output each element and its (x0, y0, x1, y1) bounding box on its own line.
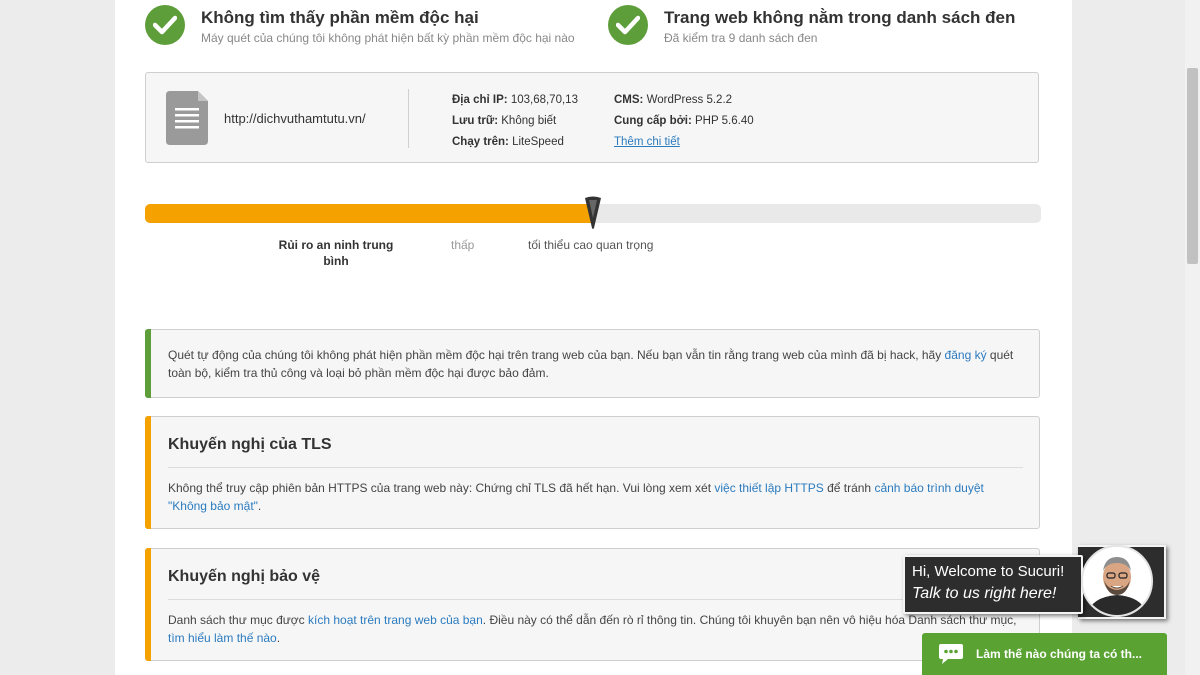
risk-low-label: thấp (451, 238, 475, 252)
blacklist-status: Trang web không nằm trong danh sách đen … (608, 5, 1015, 45)
card-accent-bar (145, 416, 151, 529)
blacklist-status-subtitle: Đã kiểm tra 9 danh sách đen (664, 31, 818, 45)
risk-current-label: Rủi ro an ninh trung bình (278, 238, 394, 268)
malware-status-title: Không tìm thấy phần mềm độc hại (201, 8, 479, 27)
tls-recommendation-card: Khuyến nghị của TLS Không thể truy cập p… (145, 416, 1040, 529)
ip-value: 103,68,70,13 (510, 94, 578, 106)
scan-notice-card: Quét tự động của chúng tôi không phát hi… (145, 329, 1040, 398)
malware-status: Không tìm thấy phần mềm độc hại Máy quét… (145, 5, 575, 45)
document-icon (166, 91, 208, 150)
card-divider (168, 599, 1023, 600)
protection-card-title: Khuyến nghị bảo vệ (168, 568, 321, 585)
cms-value: WordPress 5.2.2 (646, 94, 733, 106)
chat-greeting: Hi, Welcome to Sucuri! (912, 563, 1065, 580)
running-value: LiteSpeed (512, 136, 564, 148)
protection-card-text: Danh sách thư mục được kích hoạt trên tr… (168, 613, 1017, 645)
chat-icon (938, 643, 964, 665)
tls-card-text: Không thể truy cập phiên bản HTTPS của t… (168, 481, 984, 513)
site-info-box: http://dichvuthamtutu.vn/ Địa chỉ IP: 10… (145, 72, 1039, 163)
hosting-value: Không biết (501, 115, 557, 127)
tls-card-title: Khuyến nghị của TLS (168, 436, 332, 453)
more-details-link[interactable]: Thêm chi tiết (614, 136, 680, 148)
learn-how-link[interactable]: tìm hiểu làm thế nào (168, 631, 277, 645)
scrollbar-thumb[interactable] (1187, 68, 1198, 264)
risk-meter-fill (145, 204, 593, 223)
running-label: Chạy trên: (452, 136, 509, 148)
server-info-column: Địa chỉ IP: 103,68,70,13 Lưu trữ: Không … (452, 90, 578, 153)
chat-welcome-bubble[interactable]: Hi, Welcome to Sucuri! Talk to us right … (903, 555, 1083, 614)
risk-scale-label: tối thiểu cao quan trọng (528, 238, 654, 252)
ip-label: Địa chỉ IP: (452, 94, 508, 106)
signup-link[interactable]: đăng ký (945, 348, 987, 362)
cms-label: CMS: (614, 94, 644, 106)
card-accent-bar (145, 329, 151, 398)
chat-invite: Talk to us right here! (912, 585, 1057, 602)
malware-status-subtitle: Máy quét của chúng tôi không phát hiện b… (201, 31, 575, 45)
chat-button-label: Làm thế nào chúng ta có th... (976, 647, 1143, 661)
platform-info-column: CMS: WordPress 5.2.2 Cung cấp bởi: PHP 5… (614, 90, 754, 153)
check-icon (145, 5, 185, 45)
avatar[interactable] (1081, 545, 1153, 617)
https-setup-link[interactable]: việc thiết lập HTTPS (714, 481, 823, 495)
hosting-label: Lưu trữ: (452, 115, 499, 127)
card-divider (168, 467, 1023, 468)
site-url: http://dichvuthamtutu.vn/ (224, 111, 366, 126)
card-accent-bar (145, 548, 151, 661)
risk-needle-icon (584, 196, 602, 235)
powered-label: Cung cấp bởi: (614, 115, 692, 127)
scan-notice-text: Quét tự động của chúng tôi không phát hi… (168, 348, 1014, 380)
blacklist-status-title: Trang web không nằm trong danh sách đen (664, 8, 1016, 27)
directory-listing-link[interactable]: kích hoạt trên trang web của bạn (308, 613, 483, 627)
powered-value: PHP 5.6.40 (695, 115, 754, 127)
chat-open-button[interactable]: Làm thế nào chúng ta có th... (922, 633, 1167, 675)
check-icon (608, 5, 648, 45)
info-divider (408, 89, 409, 148)
